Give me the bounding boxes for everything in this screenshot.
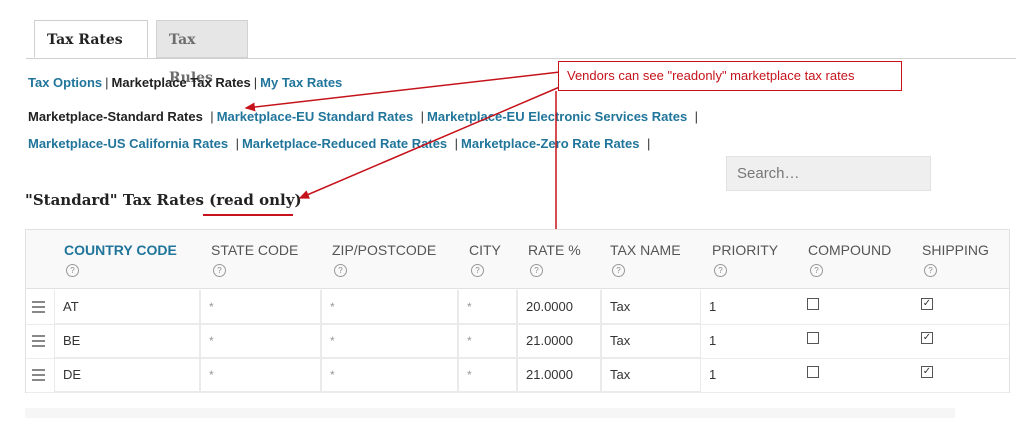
compound-checkbox[interactable] xyxy=(807,366,819,378)
zip-postcode-cell[interactable]: * xyxy=(321,324,458,358)
rate-cell[interactable]: 21.0000 xyxy=(517,324,601,358)
column-header-compound: COMPOUND xyxy=(808,242,892,258)
rate-cell[interactable]: 21.0000 xyxy=(517,358,601,392)
shipping-checkbox[interactable]: ✓ xyxy=(921,332,933,344)
tax-rates-table: COUNTRY CODE STATE CODE ZIP/POSTCODE CIT… xyxy=(25,229,1010,393)
tab-tax-rules[interactable]: Tax Rules xyxy=(156,20,248,86)
table-row: DE * * * 21.0000 Tax 1 ✓ xyxy=(26,358,1009,393)
separator: | xyxy=(420,109,425,124)
rate-class-links-row-1: Marketplace-Standard Rates | Marketplace-… xyxy=(28,108,701,126)
rate-cell[interactable]: 20.0000 xyxy=(517,290,601,324)
state-code-cell[interactable]: * xyxy=(200,358,321,392)
separator: | xyxy=(253,75,258,90)
separator: | xyxy=(210,109,214,124)
city-cell[interactable]: * xyxy=(458,358,517,392)
help-icon[interactable]: ? xyxy=(810,264,823,277)
tax-options-link[interactable]: Tax Options xyxy=(28,75,102,90)
help-icon[interactable]: ? xyxy=(924,264,937,277)
marketplace-tax-rates-current: Marketplace Tax Rates xyxy=(111,75,251,90)
us-california-rates-link[interactable]: Marketplace-US California Rates xyxy=(28,136,228,151)
compound-checkbox[interactable] xyxy=(807,332,819,344)
drag-handle-icon[interactable] xyxy=(32,369,45,384)
table-footer-bar xyxy=(25,408,955,418)
compound-checkbox[interactable] xyxy=(807,298,819,310)
zip-postcode-cell[interactable]: * xyxy=(321,290,458,324)
help-icon[interactable]: ? xyxy=(612,264,625,277)
column-header-rate: RATE % xyxy=(528,242,581,258)
separator: | xyxy=(454,136,459,151)
country-code-cell[interactable]: DE xyxy=(54,358,200,392)
country-code-cell[interactable]: AT xyxy=(54,290,200,324)
drag-handle-icon[interactable] xyxy=(32,335,45,350)
zero-rate-rates-link[interactable]: Marketplace-Zero Rate Rates xyxy=(461,136,639,151)
table-row: AT * * * 20.0000 Tax 1 ✓ xyxy=(26,290,1009,325)
subnav: Tax Options | Marketplace Tax Rates | My Tax… xyxy=(28,74,342,92)
priority-cell[interactable]: 1 xyxy=(701,290,1001,324)
table-row: BE * * * 21.0000 Tax 1 ✓ xyxy=(26,324,1009,359)
tax-name-cell[interactable]: Tax xyxy=(601,290,701,324)
tab-bar: Tax Rates Tax Rules xyxy=(26,20,1016,86)
annotation-callout: Vendors can see "readonly" marketplace t… xyxy=(558,61,902,91)
separator: | xyxy=(646,136,651,151)
column-header-city: CITY xyxy=(469,242,501,258)
separator: | xyxy=(235,136,239,151)
drag-handle-icon[interactable] xyxy=(32,301,45,316)
tax-name-cell[interactable]: Tax xyxy=(601,324,701,358)
column-header-zip-postcode: ZIP/POSTCODE xyxy=(332,242,437,258)
eu-standard-rates-link[interactable]: Marketplace-EU Standard Rates xyxy=(217,109,414,124)
country-code-cell[interactable]: BE xyxy=(54,324,200,358)
help-icon[interactable]: ? xyxy=(714,264,727,277)
page-title: "Standard" Tax Rates (read only) xyxy=(25,191,302,209)
shipping-checkbox[interactable]: ✓ xyxy=(921,298,933,310)
eu-electronic-services-rates-link[interactable]: Marketplace-EU Electronic Services Rates xyxy=(427,109,687,124)
state-code-cell[interactable]: * xyxy=(200,290,321,324)
column-header-state-code: STATE CODE xyxy=(211,242,299,258)
column-header-country-code[interactable]: COUNTRY CODE xyxy=(64,242,177,258)
reduced-rate-rates-link[interactable]: Marketplace-Reduced Rate Rates xyxy=(242,136,447,151)
standard-rates-current: Marketplace-Standard Rates xyxy=(28,109,203,124)
search-input[interactable] xyxy=(726,156,931,191)
column-header-priority: PRIORITY xyxy=(712,242,779,258)
read-only-label: (read only) xyxy=(209,191,302,209)
help-icon[interactable]: ? xyxy=(530,264,543,277)
priority-cell[interactable]: 1 xyxy=(701,324,1001,358)
help-icon[interactable]: ? xyxy=(471,264,484,277)
column-header-shipping: SHIPPING xyxy=(922,242,989,258)
my-tax-rates-link[interactable]: My Tax Rates xyxy=(260,75,342,90)
help-icon[interactable]: ? xyxy=(213,264,226,277)
state-code-cell[interactable]: * xyxy=(200,324,321,358)
tax-name-cell[interactable]: Tax xyxy=(601,358,701,392)
shipping-checkbox[interactable]: ✓ xyxy=(921,366,933,378)
column-header-tax-name: TAX NAME xyxy=(610,242,681,258)
help-icon[interactable]: ? xyxy=(334,264,347,277)
rate-class-links-row-2: Marketplace-US California Rates | Marketp… xyxy=(28,135,653,153)
priority-cell[interactable]: 1 xyxy=(701,358,1001,392)
separator: | xyxy=(105,75,109,90)
page-title-main: "Standard" Tax Rates xyxy=(25,191,204,209)
read-only-underline xyxy=(203,214,293,216)
table-header: COUNTRY CODE STATE CODE ZIP/POSTCODE CIT… xyxy=(26,230,1009,289)
city-cell[interactable]: * xyxy=(458,324,517,358)
tab-tax-rates[interactable]: Tax Rates xyxy=(34,20,148,58)
city-cell[interactable]: * xyxy=(458,290,517,324)
zip-postcode-cell[interactable]: * xyxy=(321,358,458,392)
help-icon[interactable]: ? xyxy=(66,264,79,277)
separator: | xyxy=(694,109,699,124)
